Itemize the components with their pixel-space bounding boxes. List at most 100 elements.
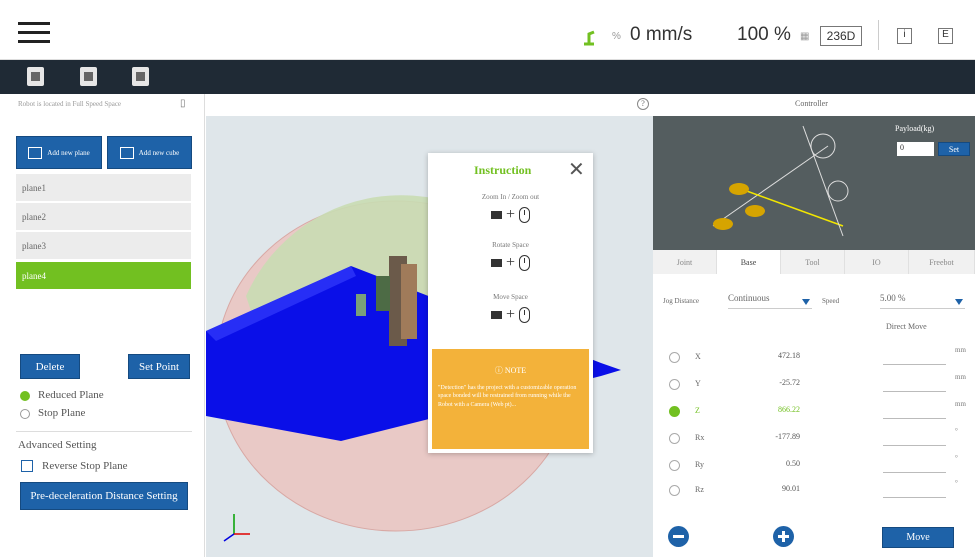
- info-icon[interactable]: i: [897, 28, 912, 44]
- project-tag-button[interactable]: 236D: [820, 26, 862, 46]
- robot-arm-link: [401, 264, 417, 339]
- axis-ry-value: 0.50: [786, 459, 800, 468]
- reduced-plane-radio[interactable]: [20, 391, 30, 401]
- add-plane-button[interactable]: Add new plane: [16, 136, 102, 169]
- robot-camera-view[interactable]: Payload(kg) 0 Set: [653, 116, 975, 250]
- speed-icon: %: [612, 31, 621, 42]
- key-icon: [490, 211, 502, 220]
- axis-z-label: Z: [695, 406, 700, 415]
- tool-2-icon[interactable]: [80, 67, 97, 86]
- instruction-title: Instruction: [474, 163, 532, 177]
- help-icon[interactable]: ?: [637, 98, 649, 110]
- jog-distance-select[interactable]: Continuous: [728, 293, 812, 309]
- axis-y-label: Y: [695, 379, 701, 388]
- plane-list-item[interactable]: plane3: [16, 232, 191, 260]
- axis-rx-radio[interactable]: [669, 433, 680, 444]
- axis-x-radio[interactable]: [669, 352, 680, 363]
- plane-list-item[interactable]: plane1: [16, 174, 191, 202]
- tool-1-icon[interactable]: [27, 67, 44, 86]
- move-hint: Move Space +: [428, 293, 593, 324]
- status-note: Robot is located in Full Speed Space: [18, 100, 122, 108]
- delete-button[interactable]: Delete: [20, 354, 80, 379]
- payload-input[interactable]: 0: [897, 142, 934, 156]
- axis-x-unit: mm: [955, 346, 966, 354]
- axis-z-radio[interactable]: [669, 406, 680, 417]
- tool-3-icon[interactable]: [132, 67, 149, 86]
- plane-icon: [28, 146, 43, 159]
- axis-rz-radio[interactable]: [669, 485, 680, 496]
- add-cube-label: Add new cube: [138, 148, 180, 157]
- speed-select[interactable]: 5.00 %: [880, 293, 965, 309]
- menu-list-icon[interactable]: E: [938, 28, 953, 44]
- move-button[interactable]: Move: [882, 527, 954, 548]
- override-readout: 100 %: [737, 24, 791, 45]
- axis-rx-value: -177.89: [775, 432, 800, 441]
- toolbar: [0, 60, 975, 94]
- reduced-plane-label: Reduced Plane: [38, 389, 104, 401]
- note-title-text: NOTE: [504, 366, 527, 375]
- tab-base[interactable]: Base: [717, 250, 781, 274]
- advanced-setting-title: Advanced Setting: [18, 439, 97, 451]
- axis-y-unit: mm: [955, 373, 966, 381]
- stop-plane-radio[interactable]: [20, 409, 30, 419]
- jog-plus-button[interactable]: [773, 526, 794, 547]
- direct-move-label: Direct Move: [886, 322, 927, 331]
- axis-rx-direct-input[interactable]: [883, 445, 946, 446]
- speed-readout: 0 mm/s: [630, 24, 693, 45]
- minus-icon: [673, 535, 684, 538]
- robot-gripper: [376, 276, 390, 311]
- rotate-caption: Rotate Space: [492, 241, 529, 249]
- axis-rx-label: Rx: [695, 433, 705, 442]
- axis-z-unit: mm: [955, 400, 966, 408]
- axis-rz-label: Rz: [695, 485, 704, 494]
- tab-io[interactable]: IO: [845, 250, 909, 274]
- instruction-popup: Instruction ✕ Zoom In / Zoom out + Rotat…: [428, 153, 593, 453]
- plane-list-item[interactable]: plane2: [16, 203, 191, 231]
- divider: [878, 20, 879, 50]
- speed-label: Speed: [822, 297, 840, 305]
- key-icon: [490, 259, 502, 268]
- jog-minus-button[interactable]: [668, 526, 689, 547]
- set-point-button[interactable]: Set Point: [128, 354, 190, 379]
- chevron-down-icon: [955, 297, 963, 307]
- robot-status-icon: [584, 30, 595, 46]
- stop-plane-label: Stop Plane: [38, 407, 86, 419]
- hamburger-menu-icon[interactable]: [18, 16, 50, 49]
- plus-icon-v: [782, 531, 785, 542]
- mouse-middle-icon: [519, 307, 531, 324]
- zoom-caption: Zoom In / Zoom out: [481, 193, 540, 201]
- mouse-scroll-icon: [519, 207, 531, 224]
- plane-list-item-selected[interactable]: plane4: [16, 262, 191, 290]
- tab-joint[interactable]: Joint: [653, 250, 717, 274]
- payload-set-button[interactable]: Set: [938, 142, 970, 156]
- tab-freebot[interactable]: Freebot: [909, 250, 975, 274]
- axis-ry-direct-input[interactable]: [883, 472, 946, 473]
- axis-ry-radio[interactable]: [669, 460, 680, 471]
- axis-x-direct-input[interactable]: [883, 364, 946, 365]
- axis-ry-label: Ry: [695, 460, 705, 469]
- axis-ry-unit: °: [955, 454, 958, 462]
- axis-z-direct-input[interactable]: [883, 418, 946, 419]
- note-title: ⓘ NOTE: [494, 366, 527, 375]
- axis-x-value: 472.18: [778, 351, 800, 360]
- axis-z-value: 866.22: [778, 405, 800, 414]
- axis-y-direct-input[interactable]: [883, 391, 946, 392]
- project-icon: ▦: [800, 31, 810, 42]
- mouse-right-icon: [519, 255, 531, 272]
- tab-tool[interactable]: Tool: [781, 250, 845, 274]
- pre-deceleration-button[interactable]: Pre-deceleration Distance Setting: [20, 482, 188, 510]
- axis-rz-unit: °: [955, 479, 958, 487]
- close-icon[interactable]: ✕: [568, 157, 585, 182]
- axis-rz-direct-input[interactable]: [883, 497, 946, 498]
- axis-x-label: X: [695, 352, 701, 361]
- note-box: ⓘ NOTE "Detection" has the project with …: [432, 349, 589, 449]
- jog-distance-value: Continuous: [728, 293, 770, 303]
- axis-rx-unit: °: [955, 427, 958, 435]
- add-plane-label: Add new plane: [47, 148, 90, 157]
- controller-title: Controller: [795, 99, 828, 108]
- speed-value: 5.00 %: [880, 293, 906, 303]
- axis-y-radio[interactable]: [669, 379, 680, 390]
- add-cube-button[interactable]: Add new cube: [107, 136, 192, 169]
- axis-y-value: -25.72: [779, 378, 800, 387]
- reverse-stop-plane-checkbox[interactable]: [21, 460, 33, 472]
